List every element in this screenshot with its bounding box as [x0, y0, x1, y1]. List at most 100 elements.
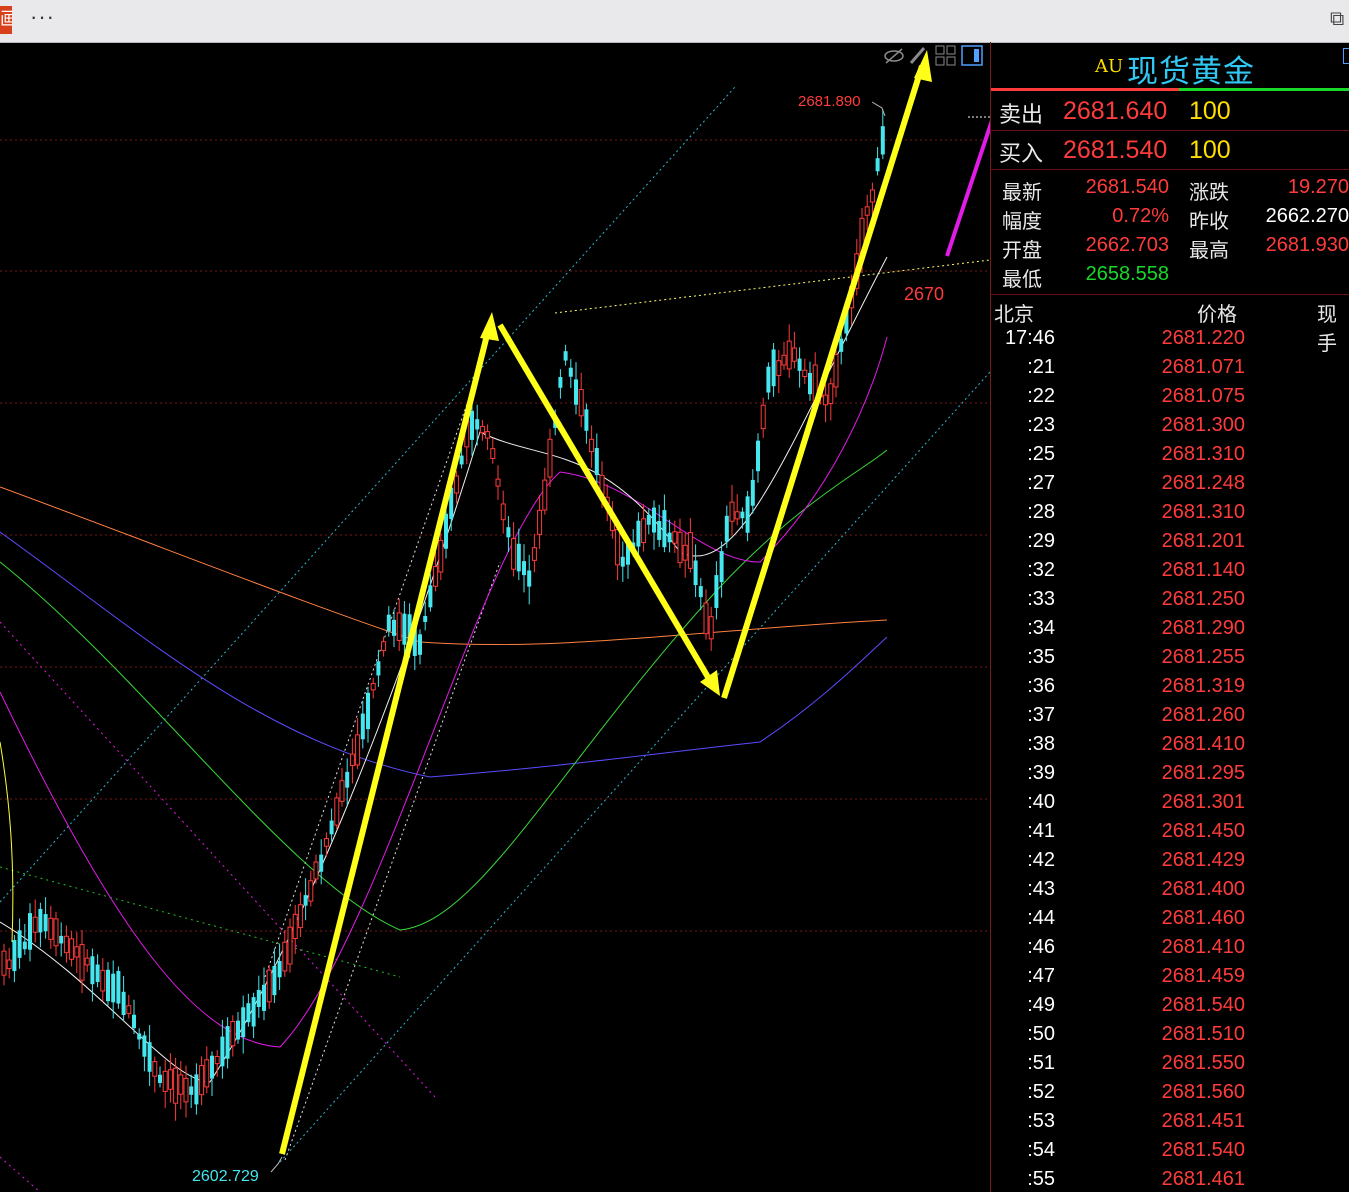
tick-row[interactable]: :25 2681.310	[991, 443, 1349, 472]
candle-body	[418, 634, 422, 655]
yellow-arrow-3	[721, 65, 925, 699]
candle-body	[756, 440, 760, 472]
buy-quote-row[interactable]: 买入 2681.540 100	[991, 131, 1349, 170]
tick-time: :49	[1027, 994, 1055, 1016]
candle-body	[106, 969, 110, 1002]
candle-body	[589, 438, 595, 453]
stats-row-1: 最新 2681.540 涨跌 19.270	[991, 174, 1349, 204]
tick-row[interactable]: :46 2681.410	[991, 936, 1349, 965]
tick-row[interactable]: :41 2681.450	[991, 820, 1349, 849]
candle-body	[194, 1074, 199, 1105]
candle-body	[563, 351, 568, 361]
candlestick-chart[interactable]: 2681.890 2602.729 2670	[0, 42, 990, 1192]
candle-body	[53, 918, 59, 947]
tick-row[interactable]: :22 2681.075	[991, 385, 1349, 414]
prev-close-label: 昨收	[1189, 209, 1229, 233]
candle-body	[490, 448, 496, 459]
high-label: 最高	[1189, 238, 1229, 262]
candle-body	[682, 544, 688, 561]
tick-row[interactable]: :35 2681.255	[991, 646, 1349, 675]
tick-row[interactable]: 17:46 2681.220	[991, 327, 1349, 356]
tick-row[interactable]: :47 2681.459	[991, 965, 1349, 994]
sell-quote-row[interactable]: 卖出 2681.640 100	[991, 92, 1349, 131]
tick-row[interactable]: :28 2681.310	[991, 501, 1349, 530]
tick-row[interactable]: :53 2681.451	[991, 1110, 1349, 1139]
chart-canvas[interactable]: 2681.890 2602.729 2670	[0, 42, 990, 1192]
candle-body	[433, 566, 439, 587]
change-label: 涨跌	[1189, 180, 1229, 204]
candle-body	[568, 367, 573, 377]
tick-row[interactable]: :51 2681.550	[991, 1052, 1349, 1081]
candle-body	[646, 514, 651, 525]
range-label: 幅度	[1002, 209, 1042, 233]
candle-body	[444, 513, 448, 549]
candle-body	[48, 917, 54, 940]
tick-row[interactable]: :23 2681.300	[991, 414, 1349, 443]
candle-body	[802, 369, 808, 377]
tick-time: :29	[1027, 530, 1055, 552]
tick-price-header: 价格	[1197, 302, 1237, 326]
change-value: 19.270	[1287, 176, 1349, 198]
tick-row[interactable]: :32 2681.140	[991, 559, 1349, 588]
channel-mid-line-2	[284, 561, 501, 1161]
tick-row[interactable]: :42 2681.429	[991, 849, 1349, 878]
candle-body	[121, 991, 126, 1016]
tick-row[interactable]: :52 2681.560	[991, 1081, 1349, 1110]
grid-layout-icon[interactable]	[935, 45, 956, 66]
moving-average-lines	[0, 256, 888, 1083]
tick-row[interactable]: :40 2681.301	[991, 791, 1349, 820]
candle-body	[329, 820, 334, 835]
tick-price: 2681.540	[1161, 1139, 1245, 1161]
window-restore-icon[interactable]: ⧉	[1330, 6, 1344, 30]
tick-time: :46	[1027, 936, 1055, 958]
tick-time-header: 北京	[994, 302, 1034, 326]
candle-body	[734, 511, 740, 520]
candle-body	[864, 206, 870, 216]
tick-time: :23	[1027, 414, 1055, 436]
tick-row[interactable]: :38 2681.410	[991, 733, 1349, 762]
app-icon[interactable]: 画	[0, 6, 12, 34]
tick-row[interactable]: :37 2681.260	[991, 704, 1349, 733]
low-price-pointer	[270, 1156, 283, 1173]
candle-body	[657, 521, 662, 540]
tick-row[interactable]: :55 2681.461	[991, 1168, 1349, 1192]
candle-body	[672, 531, 678, 544]
candle-body	[189, 1086, 194, 1095]
tick-row[interactable]: :33 2681.250	[991, 588, 1349, 617]
candle-body	[797, 358, 802, 371]
panel-box-icon[interactable]	[1343, 48, 1349, 64]
tick-row[interactable]: :54 2681.540	[991, 1139, 1349, 1168]
tick-row[interactable]: :27 2681.248	[991, 472, 1349, 501]
candle-body	[620, 556, 625, 567]
candle-body	[875, 158, 880, 172]
panel-toggle-icon[interactable]	[961, 45, 983, 66]
tick-row[interactable]: :44 2681.460	[991, 907, 1349, 936]
tick-row[interactable]: :39 2681.295	[991, 762, 1349, 791]
more-menu-icon[interactable]: ···	[30, 4, 55, 30]
candle-body	[677, 531, 683, 564]
tick-row[interactable]: :43 2681.400	[991, 878, 1349, 907]
tick-row[interactable]: :49 2681.540	[991, 994, 1349, 1023]
tick-price: 2681.451	[1161, 1110, 1245, 1132]
tick-time: :51	[1027, 1052, 1055, 1074]
tick-price: 2681.140	[1161, 559, 1245, 581]
candle-body	[574, 379, 578, 405]
ma-yellow-line	[0, 741, 14, 943]
candle-body	[173, 1067, 179, 1104]
tick-price: 2681.310	[1161, 443, 1245, 465]
candle-body	[667, 532, 672, 543]
candle-body	[527, 570, 532, 587]
tick-row[interactable]: :36 2681.319	[991, 675, 1349, 704]
tick-row[interactable]: :29 2681.201	[991, 530, 1349, 559]
candle-body	[537, 509, 543, 535]
tick-time: :43	[1027, 878, 1055, 900]
candle-body	[204, 1059, 210, 1088]
eye-hide-icon[interactable]	[884, 48, 904, 64]
tick-row[interactable]: :21 2681.071	[991, 356, 1349, 385]
tick-time: 17:46	[1004, 327, 1055, 349]
tick-row[interactable]: :50 2681.510	[991, 1023, 1349, 1052]
candle-body	[246, 1003, 251, 1023]
ma-blue-line	[0, 531, 888, 778]
tick-row[interactable]: :34 2681.290	[991, 617, 1349, 646]
tick-time: :41	[1027, 820, 1055, 842]
